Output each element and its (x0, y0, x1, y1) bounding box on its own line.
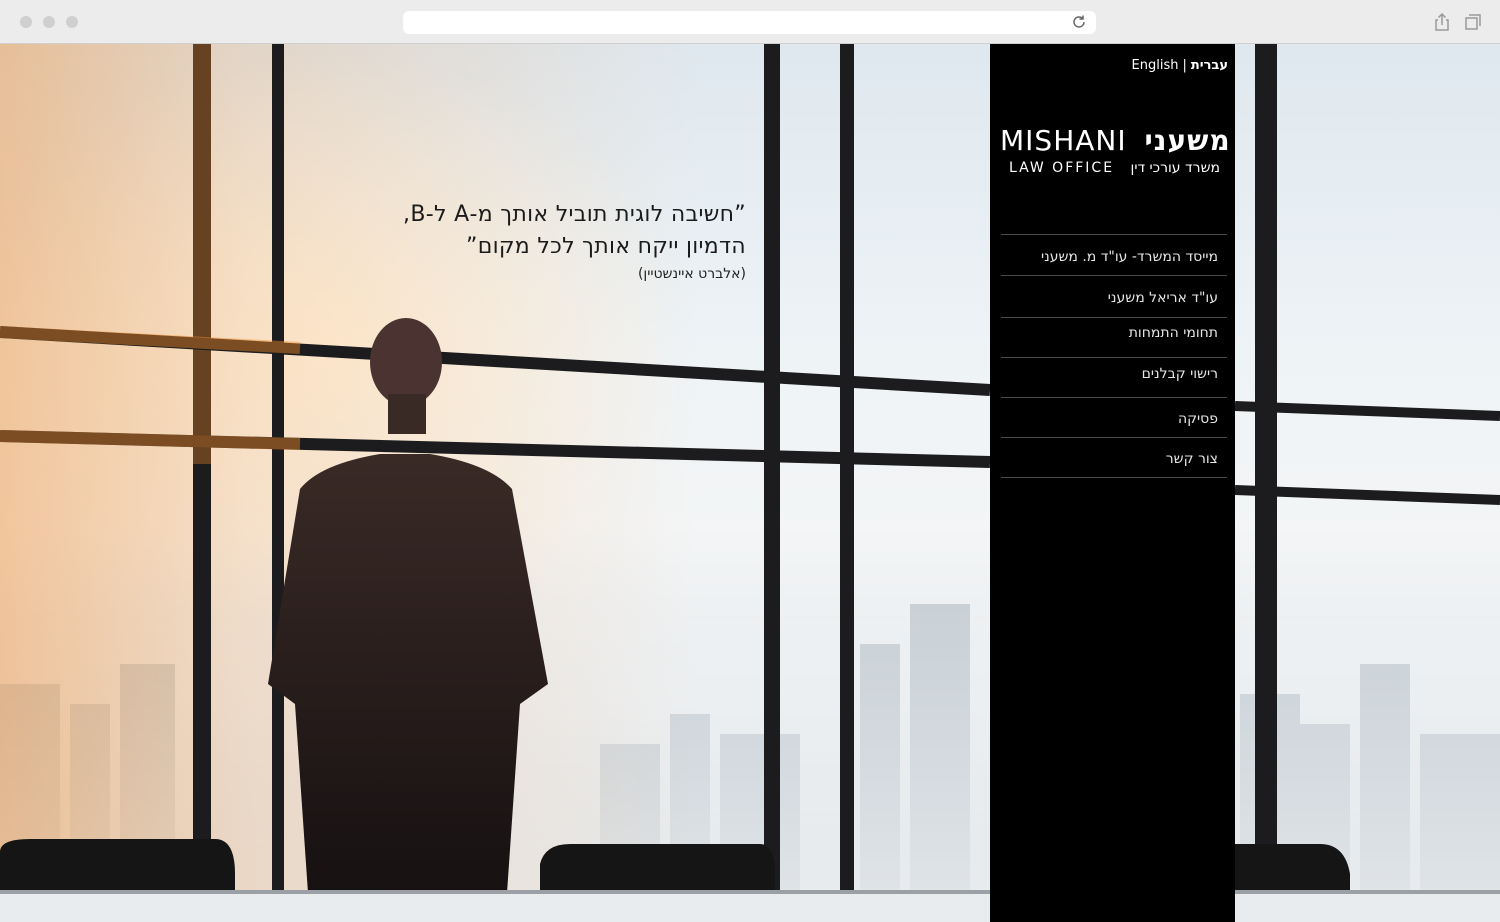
nav-item-rulings[interactable]: פסיקה (1001, 398, 1227, 438)
office-window-scene (0, 44, 1500, 922)
maximize-window-button[interactable] (66, 16, 78, 28)
logo-sub-he: משרד עורכי דין (1130, 160, 1220, 176)
language-switcher: English | עברית (1132, 58, 1228, 73)
address-bar[interactable] (403, 11, 1096, 34)
site-logo[interactable]: MISHANI משעני LAW OFFICE משרד עורכי דין (1000, 124, 1230, 178)
main-nav: מייסד המשרד- עו"ד מ. משעני עו"ד אריאל מש… (1001, 234, 1227, 478)
close-window-button[interactable] (20, 16, 32, 28)
nav-item-practice-areas[interactable]: תחומי התמחות (1001, 318, 1227, 358)
page-content: ”חשיבה לוגית תוביל אותך מ-A ל-B, הדמיון … (0, 44, 1500, 922)
share-icon[interactable] (1432, 12, 1452, 32)
hero-quote: ”חשיבה לוגית תוביל אותך מ-A ל-B, הדמיון … (226, 199, 746, 285)
nav-item-founder[interactable]: מייסד המשרד- עו"ד מ. משעני (1001, 235, 1227, 276)
quote-author: (אלברט איינשטיין) (637, 266, 746, 282)
logo-name-en: MISHANI (1000, 124, 1127, 157)
lang-hebrew-link[interactable]: עברית (1191, 58, 1228, 73)
logo-sub: LAW OFFICE משרד עורכי דין (1000, 158, 1220, 178)
quote-line-1: ”חשיבה לוגית תוביל אותך מ-A ל-B, (403, 202, 746, 227)
nav-item-contractor-licensing[interactable]: רישוי קבלנים (1001, 358, 1227, 398)
logo-main: MISHANI משעני (1000, 124, 1230, 158)
hero-background-image (0, 44, 1500, 922)
tabs-icon[interactable] (1463, 12, 1483, 32)
minimize-window-button[interactable] (43, 16, 55, 28)
lang-english-link[interactable]: English (1132, 58, 1179, 73)
browser-toolbar (0, 0, 1500, 44)
reload-icon[interactable] (1071, 14, 1087, 30)
logo-name-he: משעני (1144, 124, 1231, 157)
logo-sub-en: LAW OFFICE (1008, 160, 1115, 176)
nav-item-contact[interactable]: צור קשר (1001, 438, 1227, 478)
sidebar: English | עברית MISHANI משעני LAW OFFICE מ… (990, 44, 1235, 922)
lang-separator: | (1182, 58, 1187, 73)
quote-line-2: הדמיון ייקח אותך לכל מקום” (466, 234, 746, 259)
nav-item-ariel-mishani[interactable]: עו"ד אריאל משעני (1001, 276, 1227, 318)
